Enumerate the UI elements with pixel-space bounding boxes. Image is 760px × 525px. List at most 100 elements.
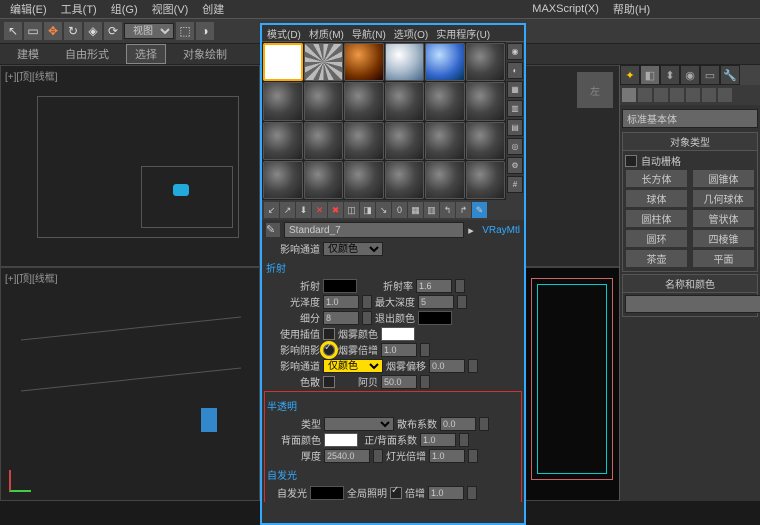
material-slot[interactable]: [466, 161, 506, 199]
backlight-icon[interactable]: ◐: [507, 62, 523, 79]
material-slot[interactable]: [263, 122, 303, 160]
affect-shadow-checkbox[interactable]: [323, 344, 335, 356]
exit-color-swatch[interactable]: [418, 311, 452, 325]
spinner-icon[interactable]: ▸: [468, 224, 478, 237]
pyramid-button[interactable]: 四棱锥: [692, 229, 755, 248]
material-slot-0[interactable]: [263, 43, 303, 81]
make-copy-icon[interactable]: ◫: [344, 202, 359, 218]
material-slot[interactable]: [385, 82, 425, 120]
cursor-icon[interactable]: ↖: [4, 22, 22, 40]
material-slot[interactable]: [304, 161, 344, 199]
sample-type-icon[interactable]: ◉: [507, 43, 523, 60]
menu-group[interactable]: 组(G): [105, 1, 144, 17]
viewport-dropdown[interactable]: 视图: [124, 23, 174, 39]
tab-modeling[interactable]: 建模: [8, 44, 48, 64]
affect-channel-select[interactable]: 仅颜色: [323, 242, 383, 256]
reset-icon[interactable]: ✕: [312, 202, 327, 218]
back-color-swatch[interactable]: [324, 433, 358, 447]
make-unique-icon[interactable]: ◨: [360, 202, 375, 218]
lights-icon[interactable]: [654, 88, 668, 102]
fogmul-spinner[interactable]: 1.0: [381, 343, 417, 357]
move-icon[interactable]: ✥: [44, 22, 62, 40]
material-slot[interactable]: [385, 161, 425, 199]
material-slot[interactable]: [425, 82, 465, 120]
emit-mult-spinner[interactable]: 1.0: [428, 486, 464, 500]
select-icon[interactable]: ▭: [24, 22, 42, 40]
material-slot-1[interactable]: [304, 43, 344, 81]
tab-utilities-icon[interactable]: 🔧: [720, 65, 740, 85]
tab-display-icon[interactable]: ▭: [700, 65, 720, 85]
sphere-button[interactable]: 球体: [625, 189, 688, 208]
me-menu-material[interactable]: 材质(M): [306, 26, 347, 41]
menu-help[interactable]: 帮助(H): [607, 1, 656, 17]
box-button[interactable]: 长方体: [625, 169, 688, 188]
cameras-icon[interactable]: [670, 88, 684, 102]
refract-color-swatch[interactable]: [323, 279, 357, 293]
dispersion-checkbox[interactable]: [323, 376, 335, 388]
self-illum-swatch[interactable]: [310, 486, 344, 500]
tab-freeform[interactable]: 自由形式: [56, 44, 118, 64]
torus-button[interactable]: 圆环: [625, 229, 688, 248]
put-to-scene-icon[interactable]: ↗: [280, 202, 295, 218]
autogrid-checkbox[interactable]: [625, 155, 637, 167]
me-menu-utils[interactable]: 实用程序(U): [433, 26, 493, 41]
preview-icon[interactable]: ◎: [507, 138, 523, 155]
menu-edit[interactable]: 编辑(E): [4, 1, 53, 17]
assign-icon[interactable]: ⬇: [296, 202, 311, 218]
material-slot[interactable]: [425, 161, 465, 199]
material-slot[interactable]: [344, 122, 384, 160]
helpers-icon[interactable]: [686, 88, 700, 102]
subdiv-spinner[interactable]: 8: [323, 311, 359, 325]
delete-icon[interactable]: ✖: [328, 202, 343, 218]
gi-checkbox[interactable]: [390, 487, 402, 499]
eyedropper-icon[interactable]: ✎: [266, 223, 280, 237]
viewport-top[interactable]: [+][顶][线框]: [0, 65, 260, 267]
background-icon[interactable]: ▦: [507, 81, 523, 98]
scatter-spinner[interactable]: 0.0: [440, 417, 476, 431]
space-warps-icon[interactable]: [702, 88, 716, 102]
tab-motion-icon[interactable]: ◉: [680, 65, 700, 85]
material-name-input[interactable]: [284, 222, 464, 238]
material-slot[interactable]: [263, 161, 303, 199]
show-end-icon[interactable]: ▥: [424, 202, 439, 218]
options-icon[interactable]: ⚙: [507, 157, 523, 174]
tube-button[interactable]: 管状体: [692, 209, 755, 228]
geosphere-button[interactable]: 几何球体: [692, 189, 755, 208]
scale-icon[interactable]: ◈: [84, 22, 102, 40]
material-slot[interactable]: [466, 43, 506, 81]
fb-spinner[interactable]: 1.0: [420, 433, 456, 447]
material-slot[interactable]: [263, 82, 303, 120]
tab-hierarchy-icon[interactable]: ⬍: [660, 65, 680, 85]
material-slot[interactable]: [466, 82, 506, 120]
viewport-left[interactable]: 左: [522, 65, 620, 267]
material-effects-icon[interactable]: 0: [392, 202, 407, 218]
rotate-icon[interactable]: ↻: [64, 22, 82, 40]
shader-type-button[interactable]: VRayMtl: [482, 225, 520, 236]
fog-color-swatch[interactable]: [381, 327, 415, 341]
tab-modify-icon[interactable]: ◧: [640, 65, 660, 85]
view-cube-icon[interactable]: 左: [577, 72, 613, 108]
material-slot[interactable]: [304, 82, 344, 120]
cone-button[interactable]: 圆锥体: [692, 169, 755, 188]
material-slot-4[interactable]: [425, 43, 465, 81]
plane-button[interactable]: 平面: [692, 249, 755, 268]
material-slot-3[interactable]: [385, 43, 425, 81]
tab-create-icon[interactable]: ✦: [620, 65, 640, 85]
link-icon[interactable]: ⟳: [104, 22, 122, 40]
material-slot[interactable]: [344, 82, 384, 120]
go-forward-icon[interactable]: ↱: [456, 202, 471, 218]
fogbias-spinner[interactable]: 0.0: [429, 359, 465, 373]
show-map-icon[interactable]: ▦: [408, 202, 423, 218]
teapot-button[interactable]: 茶壶: [625, 249, 688, 268]
material-slot[interactable]: [425, 122, 465, 160]
menu-tools[interactable]: 工具(T): [55, 1, 103, 17]
abbe-spinner[interactable]: 50.0: [381, 375, 417, 389]
thick-spinner[interactable]: 2540.0: [324, 449, 370, 463]
menu-views[interactable]: 视图(V): [146, 1, 195, 17]
tab-object-paint[interactable]: 对象绘制: [174, 44, 236, 64]
object-name-input[interactable]: [625, 295, 760, 313]
systems-icon[interactable]: [718, 88, 732, 102]
camera-icon[interactable]: [173, 184, 189, 196]
geometry-icon[interactable]: [622, 88, 636, 102]
viewport-front[interactable]: [+][顶][线框]: [0, 267, 260, 501]
